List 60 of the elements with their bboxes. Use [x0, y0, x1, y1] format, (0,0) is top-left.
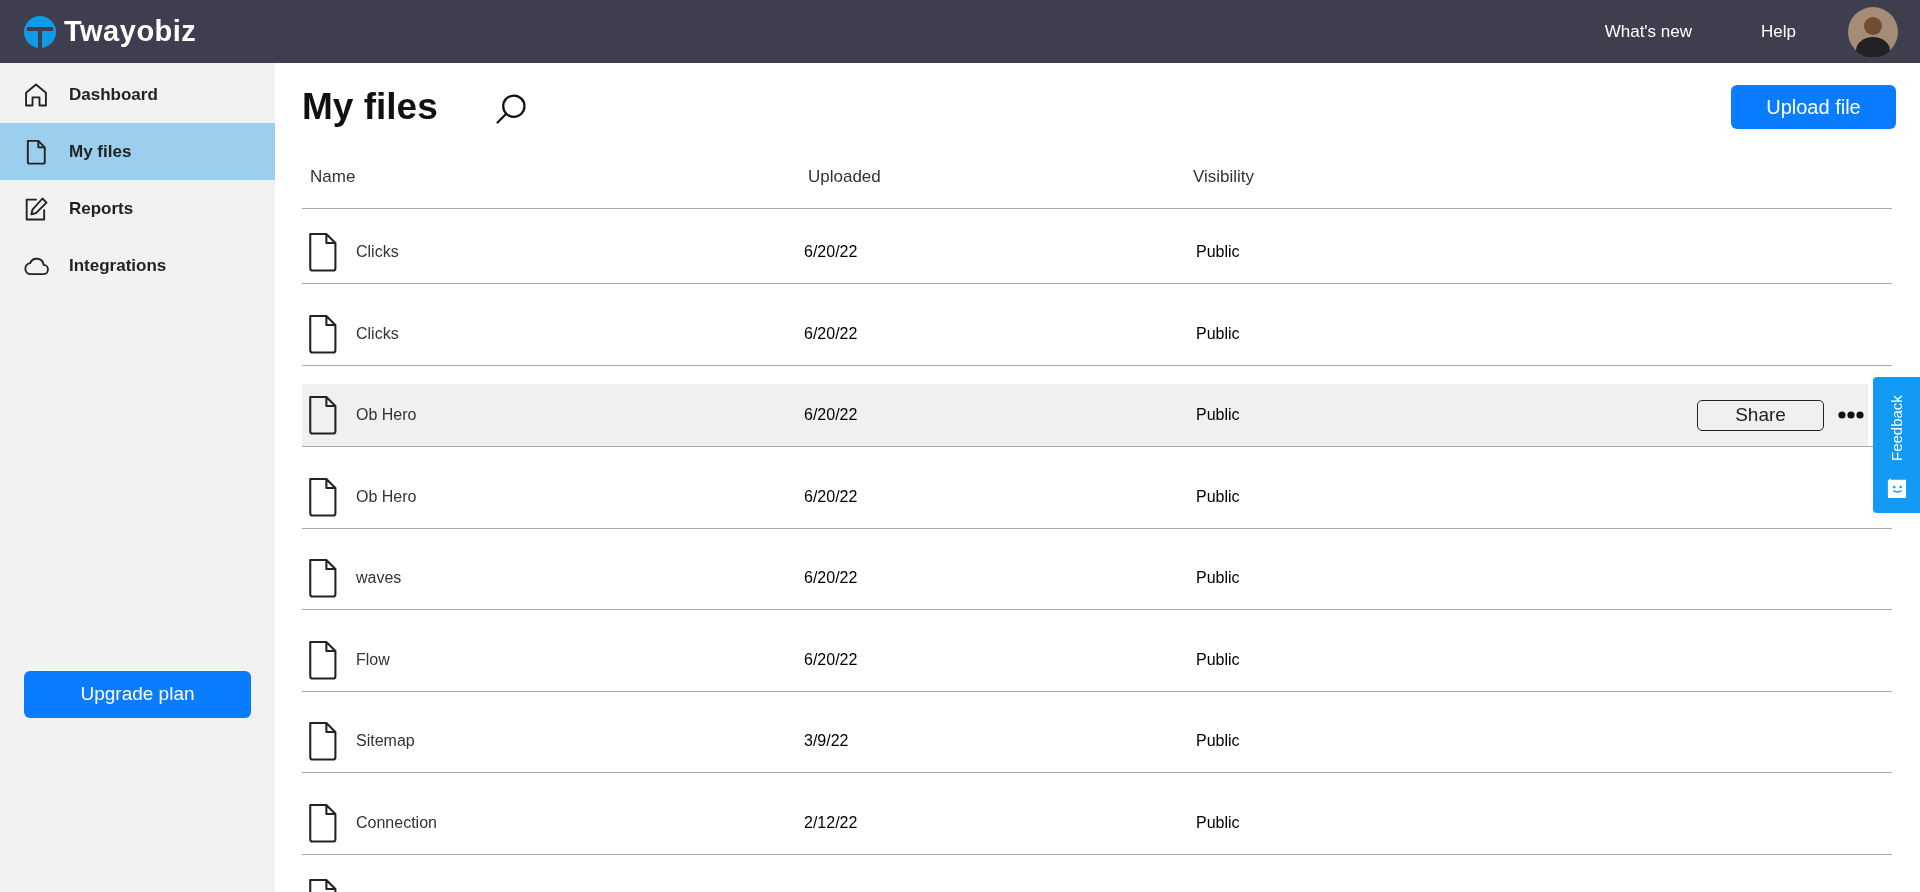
sidebar-item[interactable]: Integrations: [0, 237, 275, 294]
header-link[interactable]: What's new: [1604, 18, 1693, 45]
share-button[interactable]: Share: [1697, 399, 1824, 431]
file-name: waves: [356, 568, 402, 588]
table-row[interactable]: Ob Hero 6/20/22 Public: [302, 465, 1868, 528]
file-name: Connection: [356, 812, 437, 833]
sidebar-item[interactable]: Dashboard: [0, 66, 275, 123]
upload-date: 6/20/22: [803, 568, 859, 588]
more-icon[interactable]: [1838, 411, 1864, 419]
upload-date: 6/20/22: [803, 486, 859, 507]
smiley-icon: [1885, 478, 1908, 498]
visibility-value: Public: [1196, 731, 1240, 751]
visibility-value: Public: [1196, 242, 1240, 262]
header-link[interactable]: Help: [1761, 18, 1796, 45]
file-icon: [307, 476, 338, 517]
file-name: Clicks: [356, 242, 399, 262]
file-icon: [307, 395, 338, 435]
file-name: Clicks: [356, 323, 399, 344]
avatar[interactable]: [1848, 6, 1898, 57]
page-title: My files: [302, 84, 438, 129]
visibility-value: Public: [1196, 405, 1240, 425]
file-name: Ob Hero: [356, 405, 417, 425]
visibility-value: Public: [1196, 323, 1240, 344]
table-row[interactable]: Flow 6/20/22 Public: [302, 628, 1868, 691]
feedback-label: Feedback: [1886, 394, 1906, 463]
upload-date: 6/20/22: [803, 405, 859, 425]
logo-icon: [24, 14, 56, 49]
table-row[interactable]: Ob Hero 6/20/22 Public Share: [302, 384, 1868, 446]
upgrade-button[interactable]: Upgrade plan: [24, 671, 251, 718]
visibility-value: Public: [1196, 568, 1240, 588]
visibility-value: Public: [1196, 649, 1240, 670]
upload-date: 6/20/22: [803, 323, 859, 344]
table-row[interactable]: waves 6/20/22 Public: [302, 547, 1868, 609]
visibility-value: Public: [1196, 812, 1240, 833]
column-header: Name: [309, 166, 357, 189]
sidebar-item[interactable]: My files: [0, 123, 275, 180]
column-header: Visibility: [1192, 166, 1255, 189]
table-row[interactable]: Clicks 6/20/22 Public: [302, 302, 1868, 365]
file-icon: [307, 558, 338, 598]
file-icon: [307, 802, 338, 843]
upload-date: 6/20/22: [803, 242, 859, 262]
upload-button[interactable]: Upload file: [1731, 84, 1896, 129]
column-header: Uploaded: [807, 166, 882, 189]
file-name: Sitemap: [356, 731, 415, 751]
file-icon: [307, 232, 338, 272]
upload-date: 2/12/22: [803, 812, 859, 833]
table-row[interactable]: Sitemap 3/9/22 Public: [302, 710, 1868, 772]
file-icon: [307, 721, 338, 761]
file-name: Ob Hero: [356, 486, 417, 507]
table-row[interactable]: Clicks 6/20/22 Public: [302, 221, 1868, 283]
sidebar-item[interactable]: Reports: [0, 180, 275, 237]
file-icon: [307, 313, 338, 354]
logo-text: Twayobiz: [64, 13, 197, 49]
file-icon: [307, 639, 338, 680]
visibility-value: Public: [1196, 486, 1240, 507]
search-icon[interactable]: [493, 91, 528, 126]
table-row[interactable]: Connection 2/12/22 Public: [302, 791, 1868, 854]
upload-date: 6/20/22: [803, 649, 859, 670]
file-name: Flow: [356, 649, 390, 670]
upload-date: 3/9/22: [803, 731, 850, 751]
